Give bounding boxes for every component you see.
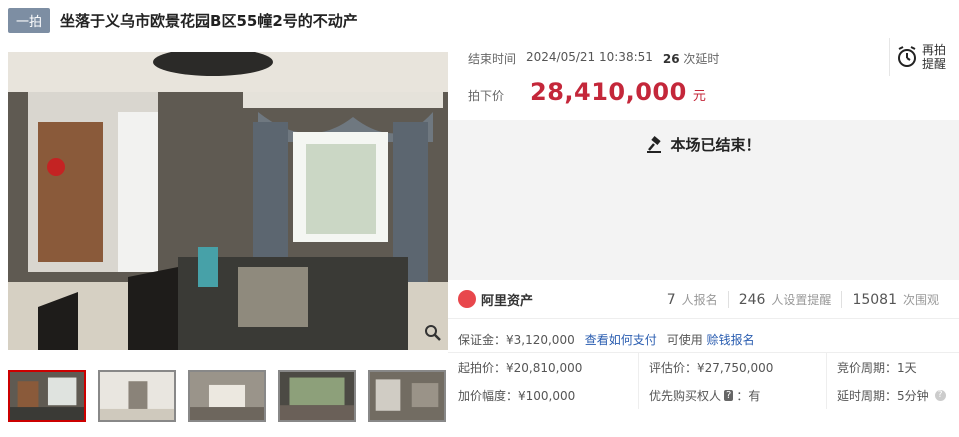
credit-signup-link[interactable]: 赊钱报名 (707, 333, 755, 347)
deposit-row: 保证金：¥3,120,000 查看如何支付 可使用 赊钱报名 (458, 331, 755, 348)
alarm-clock-icon (898, 46, 916, 67)
ali-assets-logo-icon (458, 290, 476, 308)
how-to-pay-link[interactable]: 查看如何支付 (585, 331, 657, 348)
question-icon[interactable]: ? (934, 389, 946, 401)
priority-help-icon[interactable]: ? (724, 389, 734, 401)
ended-message: 本场已结束！ (448, 134, 959, 155)
brand-name: 阿里资产 (481, 293, 534, 309)
thumbnail-1[interactable] (8, 370, 86, 422)
delay-cycle: 延时周期：5分钟 ? (826, 381, 959, 409)
price-row: 拍下价 28,410,000 元 (468, 78, 706, 106)
priority-buyer: 优先购买权人 ? ：有 (638, 381, 826, 409)
thumbnail-3[interactable] (188, 370, 266, 422)
page-title: 坐落于义乌市欧景花园B区55幢2号的不动产 (60, 11, 358, 30)
price-label: 拍下价 (468, 89, 505, 103)
final-price: 28,410,000 (530, 78, 687, 106)
remind-button[interactable]: 再拍 提醒 (889, 38, 959, 76)
stats-bar: 阿里资产 7 人报名 246 人设置提醒 15081 次围观 (448, 280, 959, 319)
appraisal-price: 评估价：¥27,750,000 (638, 353, 826, 381)
delay-label: 次延时 (683, 52, 720, 66)
remind-line2: 提醒 (922, 57, 947, 71)
remind-line1: 再拍 (922, 43, 947, 57)
gavel-icon (647, 135, 662, 153)
reminders-stat: 246 人设置提醒 (727, 290, 842, 308)
end-time-label: 结束时间 (468, 52, 517, 66)
end-time-row: 结束时间 2024/05/21 10:38:51 26 次延时 (468, 50, 719, 67)
auction-summary: 结束时间 2024/05/21 10:38:51 26 次延时 拍下价 28,4… (448, 38, 959, 120)
brand: 阿里资产 (458, 290, 533, 309)
deposit-amount: 保证金：¥3,120,000 (458, 333, 575, 347)
views-stat: 15081 次围观 (841, 290, 949, 308)
bid-increment: 加价幅度：¥100,000 (458, 388, 576, 403)
auction-details: 起拍价：¥20,810,000 评估价：¥27,750,000 竞价周期：1天 … (448, 352, 959, 409)
thumbnail-2[interactable] (98, 370, 176, 422)
delay-count: 26 (662, 52, 680, 66)
start-price: 起拍价：¥20,810,000 (458, 360, 583, 375)
thumbnail-5[interactable] (368, 370, 446, 422)
end-time-value: 2024/05/21 10:38:51 (526, 50, 653, 64)
thumbnail-4[interactable] (278, 370, 356, 422)
thumbnail-strip (8, 370, 446, 422)
auction-round-badge: 一拍 (8, 7, 51, 33)
auction-ended-panel: 本场已结束！ (448, 120, 959, 280)
main-photo[interactable] (8, 52, 448, 350)
title-row: 一拍 坐落于义乌市欧景花园B区55幢2号的不动产 (8, 7, 358, 33)
zoom-icon[interactable] (424, 324, 442, 342)
bid-cycle: 竞价周期：1天 (826, 353, 959, 381)
price-unit: 元 (692, 89, 706, 104)
available-label: 可使用 (666, 333, 703, 347)
room-photo (8, 52, 448, 350)
signups-stat: 7 人报名 (666, 291, 718, 308)
ended-text: 本场已结束！ (670, 136, 761, 154)
